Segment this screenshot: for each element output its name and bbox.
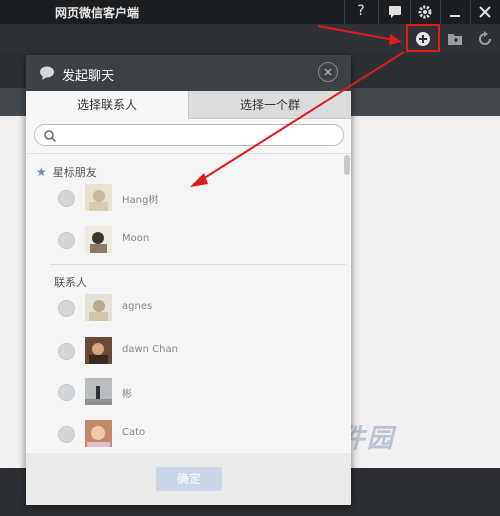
avatar xyxy=(85,184,112,211)
minimize-button[interactable] xyxy=(440,0,470,24)
section-contacts-label: 联系人 xyxy=(54,276,87,289)
list-item[interactable]: Cato xyxy=(26,418,344,452)
background-fragment xyxy=(0,415,26,455)
section-starred: ★ 星标朋友 xyxy=(36,164,97,180)
confirm-button[interactable]: 确定 xyxy=(156,467,222,491)
contact-list: ★ 星标朋友 Hang树 Moon 联系人 agnes dawn Chan 彬 … xyxy=(26,153,351,453)
search-box xyxy=(34,124,344,146)
help-label: ? xyxy=(357,3,365,19)
contact-name: agnes xyxy=(122,301,153,312)
close-icon xyxy=(479,6,491,18)
list-item[interactable]: dawn Chan xyxy=(26,335,344,369)
dialog-footer: 确定 xyxy=(26,453,351,505)
list-item[interactable]: Moon xyxy=(26,224,344,258)
avatar xyxy=(85,420,112,447)
folder-icon xyxy=(448,34,462,45)
select-radio[interactable] xyxy=(58,384,75,401)
window-titlebar: 网页微信客户端 ? xyxy=(0,0,500,24)
avatar xyxy=(85,337,112,364)
section-divider xyxy=(50,264,346,265)
select-radio[interactable] xyxy=(58,300,75,317)
avatar xyxy=(85,294,112,321)
section-starred-label: 星标朋友 xyxy=(52,166,97,179)
close-window-button[interactable] xyxy=(470,0,500,24)
app-title: 网页微信客户端 xyxy=(55,6,140,20)
contact-name: dawn Chan xyxy=(122,344,178,355)
message-button[interactable] xyxy=(380,0,410,24)
avatar xyxy=(85,378,112,405)
help-button[interactable]: ? xyxy=(346,0,376,24)
list-scrollbar[interactable] xyxy=(344,155,350,175)
titlebar-separator xyxy=(378,0,379,24)
tab-select-contacts[interactable]: 选择联系人 xyxy=(26,91,188,119)
contact-name: Cato xyxy=(122,427,146,438)
highlight-box xyxy=(406,24,440,52)
avatar xyxy=(85,226,112,253)
refresh-button[interactable] xyxy=(474,29,496,49)
tab-select-group[interactable]: 选择一个群 xyxy=(188,91,351,119)
select-radio[interactable] xyxy=(58,426,75,443)
dialog-title: 发起聊天 xyxy=(62,69,115,84)
contact-name: Moon xyxy=(122,233,150,244)
contact-name: Hang树 xyxy=(122,195,159,206)
chat-bubble-icon xyxy=(389,6,401,18)
chat-bubble-icon xyxy=(40,66,54,80)
list-item[interactable]: 彬 xyxy=(26,376,344,410)
titlebar-separator xyxy=(344,0,345,24)
gear-icon xyxy=(418,5,432,19)
start-chat-dialog: 发起聊天 选择联系人 选择一个群 ★ 星标朋友 Hang树 Moon 联系人 a… xyxy=(26,55,351,505)
dialog-header: 发起聊天 xyxy=(26,55,351,91)
select-radio[interactable] xyxy=(58,232,75,249)
select-radio[interactable] xyxy=(58,343,75,360)
refresh-icon xyxy=(479,31,491,45)
list-item[interactable]: agnes xyxy=(26,292,344,326)
search-input[interactable] xyxy=(61,127,331,143)
search-icon xyxy=(44,130,57,143)
settings-button[interactable] xyxy=(410,0,440,24)
close-icon xyxy=(324,68,332,76)
minimize-icon xyxy=(450,15,460,17)
star-icon: ★ xyxy=(36,165,47,179)
select-radio[interactable] xyxy=(58,190,75,207)
dialog-close-button[interactable] xyxy=(318,62,338,82)
folder-button[interactable] xyxy=(444,29,466,49)
list-item[interactable]: Hang树 xyxy=(26,182,344,216)
contact-name: 彬 xyxy=(122,389,132,400)
dialog-tabs: 选择联系人 选择一个群 xyxy=(26,91,351,119)
